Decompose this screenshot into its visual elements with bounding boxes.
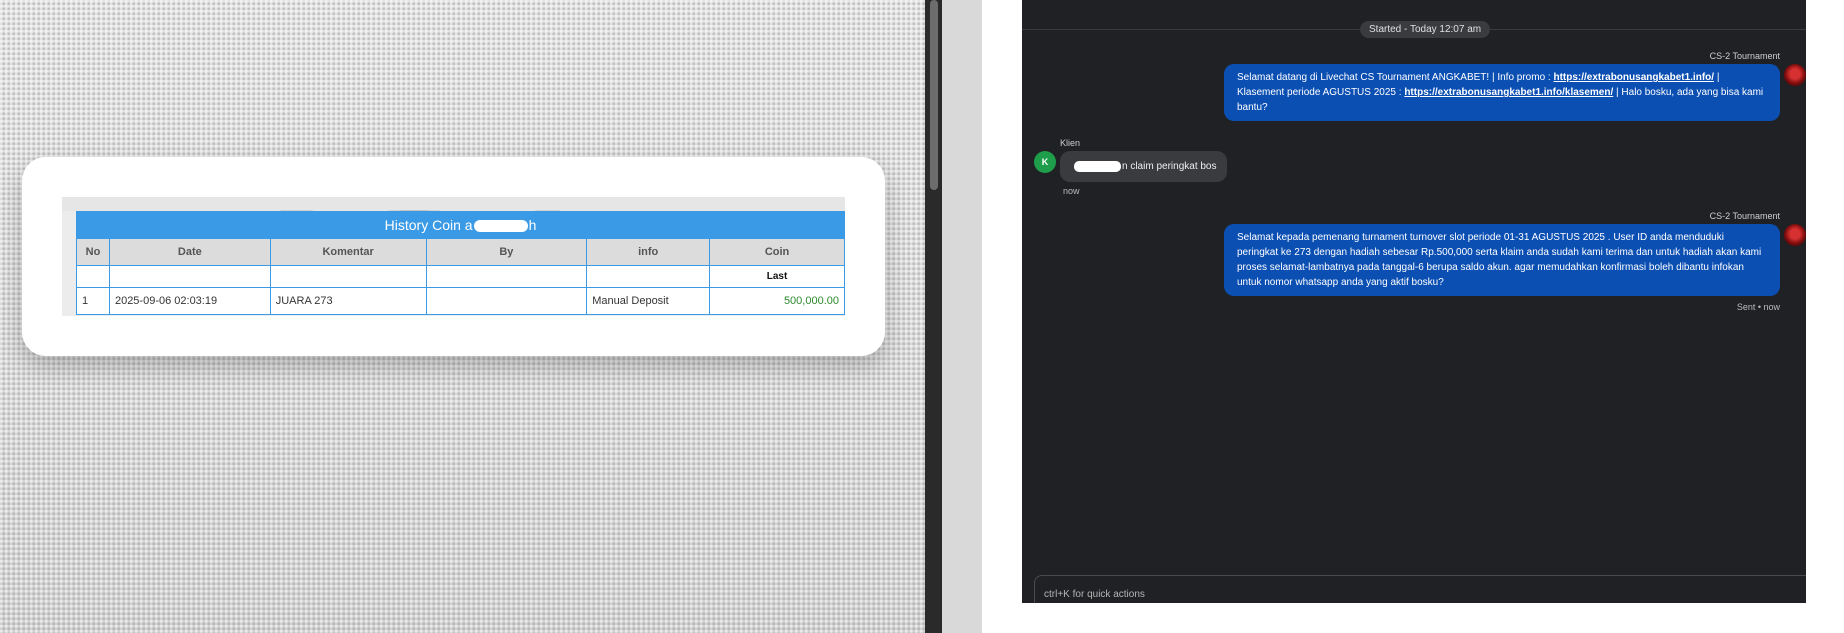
- image-preview-pane: History Coin a h No Date Komentar By info…: [0, 0, 925, 633]
- klasemen-link[interactable]: https://extrabonusangkabet1.info/klaseme…: [1404, 87, 1613, 98]
- sheet-map-strip: [62, 197, 845, 211]
- table-subheader-row: Last: [76, 265, 845, 288]
- promo-link[interactable]: https://extrabonusangkabet1.info/: [1553, 72, 1714, 83]
- cell-info: Manual Deposit: [586, 287, 711, 315]
- agent-name: CS-2 Tournament: [1709, 51, 1780, 61]
- message-composer[interactable]: [1034, 575, 1806, 603]
- sub-cell-empty: [76, 265, 110, 288]
- livechat-panel: Started - Today 12:07 am CS-2 Tournament…: [1022, 0, 1806, 603]
- message-text: Selamat datang di Livechat CS Tournament…: [1237, 72, 1554, 83]
- sub-cell-empty: [108, 265, 271, 288]
- message-text: n claim peringkat bos: [1122, 161, 1217, 172]
- client-message-bubble: n claim peringkat bos: [1060, 151, 1227, 182]
- col-header-info: info: [586, 238, 711, 266]
- cell-coin: 500,000.00: [709, 287, 845, 315]
- redaction-mark: [1074, 160, 1121, 172]
- col-header-komentar: Komentar: [269, 238, 427, 266]
- message-sent-status: Sent • now: [1736, 302, 1780, 312]
- sub-cell-last: Last: [709, 265, 845, 288]
- agent-message-bubble: Selamat kepada pemenang turnament turnov…: [1224, 224, 1780, 296]
- quick-actions-input[interactable]: [1044, 589, 1744, 600]
- history-sheet: History Coin a h No Date Komentar By info…: [62, 197, 845, 316]
- history-card: History Coin a h No Date Komentar By info…: [22, 157, 885, 356]
- col-header-by: By: [425, 238, 588, 266]
- sub-cell-empty: [269, 265, 427, 288]
- cell-komentar: JUARA 273: [269, 287, 427, 315]
- sub-cell-empty: [586, 265, 711, 288]
- agent-avatar-icon: [1784, 64, 1806, 86]
- cell-date: 2025-09-06 02:03:19: [108, 287, 271, 315]
- table-title-suffix: h: [528, 217, 537, 233]
- message-text: Selamat kepada pemenang turnament turnov…: [1237, 232, 1762, 288]
- col-header-date: Date: [108, 238, 271, 266]
- cell-by: [425, 287, 588, 315]
- agent-message-bubble: Selamat datang di Livechat CS Tournament…: [1224, 64, 1780, 121]
- client-avatar: K: [1034, 151, 1056, 173]
- col-header-coin: Coin: [709, 238, 845, 266]
- client-name: Klien: [1060, 138, 1081, 148]
- agent-name: CS-2 Tournament: [1709, 211, 1780, 221]
- agent-avatar-icon: [1784, 224, 1806, 246]
- table-row: 1 2025-09-06 02:03:19 JUARA 273 Manual D…: [76, 287, 845, 315]
- cell-no: 1: [76, 287, 110, 315]
- redaction-mark: [473, 220, 528, 233]
- col-header-no: No: [76, 238, 110, 266]
- table-title-prefix: History Coin a: [384, 217, 473, 233]
- table-title-row: History Coin a h: [76, 211, 845, 239]
- scrollbar-thumb[interactable]: [930, 0, 938, 190]
- sub-cell-empty: [425, 265, 588, 288]
- session-started-badge: Started - Today 12:07 am: [1360, 21, 1491, 38]
- table-title: History Coin a h: [76, 211, 845, 239]
- client-message-time: now: [1063, 186, 1080, 196]
- history-coin-table: History Coin a h No Date Komentar By info…: [76, 211, 845, 315]
- table-header-row: No Date Komentar By info Coin: [76, 238, 845, 266]
